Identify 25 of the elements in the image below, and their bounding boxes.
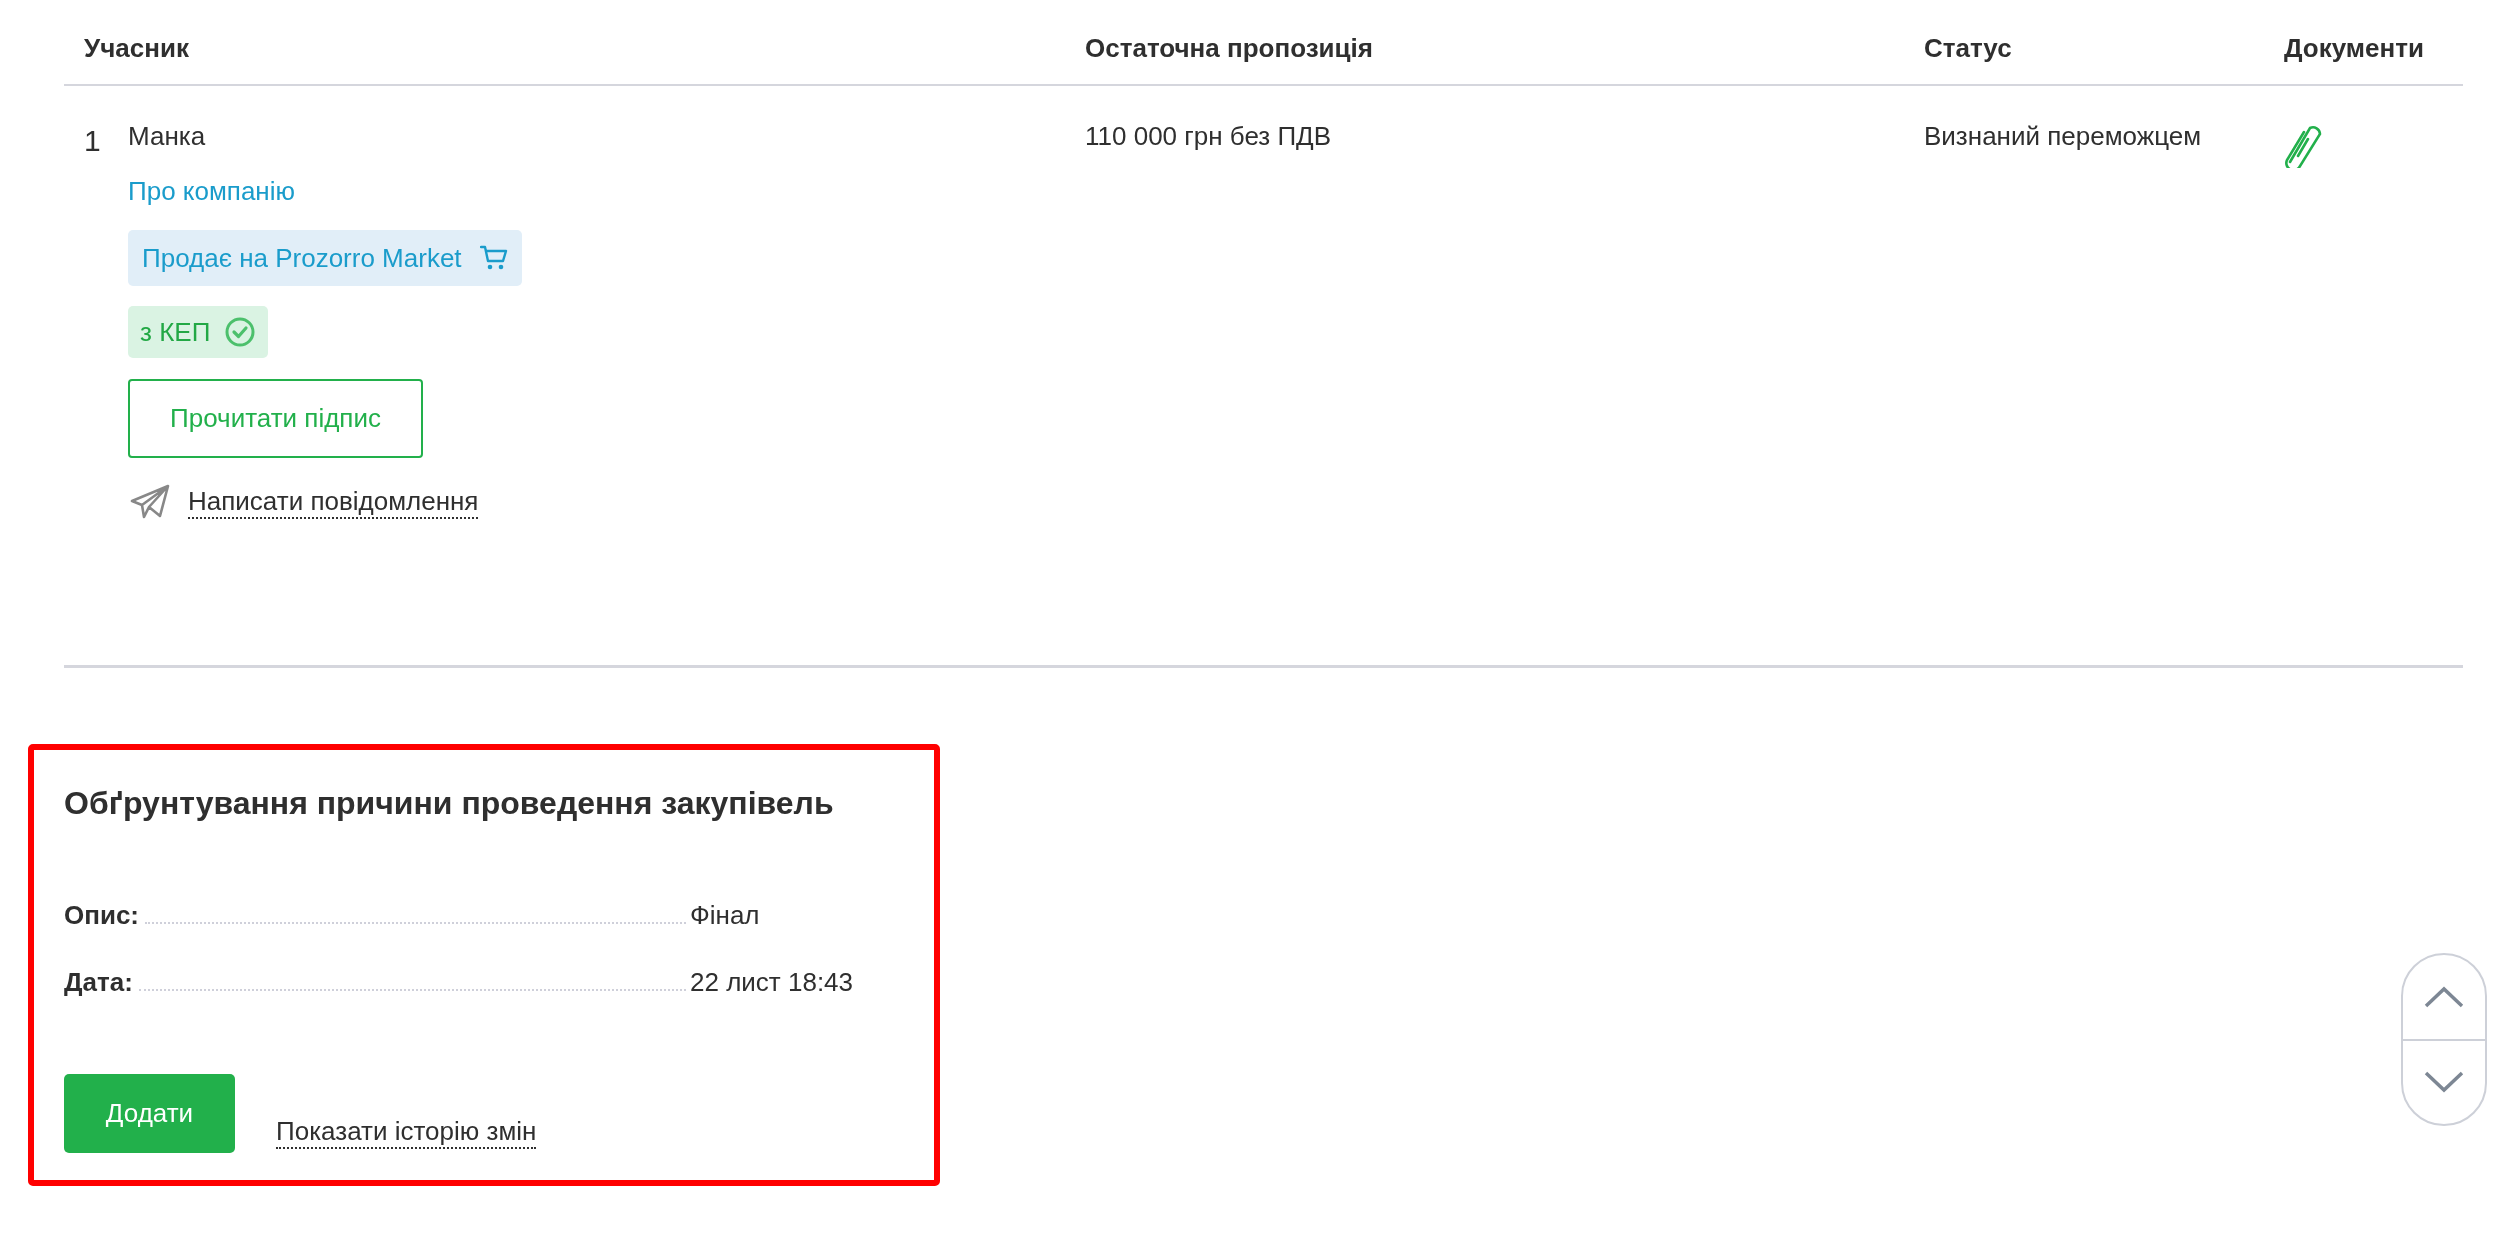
column-header: Статус — [1924, 32, 2012, 65]
read-signature-button[interactable]: Прочитати підпис — [128, 379, 423, 458]
final-offer: 110 000 грн без ПДВ — [1085, 120, 1332, 153]
participant-name: Манка — [128, 120, 206, 153]
chevron-up-icon — [2424, 985, 2464, 1008]
field-value: Фінал — [690, 899, 761, 932]
cart-icon — [479, 245, 508, 271]
column-header: Документи — [2284, 32, 2424, 65]
market-badge[interactable]: Продає на Prozorro Market — [128, 230, 522, 286]
paper-plane-icon — [130, 483, 170, 521]
add-button[interactable]: Додати — [64, 1074, 235, 1153]
about-company-link[interactable]: Про компанію — [128, 173, 295, 209]
signature-badge: з КЕП — [128, 306, 269, 358]
check-circle-icon — [224, 316, 257, 348]
column-header: Учасник — [84, 32, 189, 65]
column-header: Остаточна пропозиція — [1085, 32, 1373, 65]
field-value: 22 лист 18:43 — [690, 966, 855, 999]
section-title: Обґрунтування причини проведення закупівель — [64, 784, 834, 823]
history-link[interactable]: Показати історію змін — [276, 1115, 537, 1149]
row-number: 1 — [84, 123, 102, 159]
field-label: Дата: — [64, 966, 133, 999]
field-label: Опис: — [64, 899, 140, 932]
status-text: Визнаний переможцем — [1924, 120, 2202, 153]
write-message-link[interactable]: Написати повідомлення — [188, 485, 479, 519]
chevron-down-icon — [2424, 1071, 2464, 1094]
